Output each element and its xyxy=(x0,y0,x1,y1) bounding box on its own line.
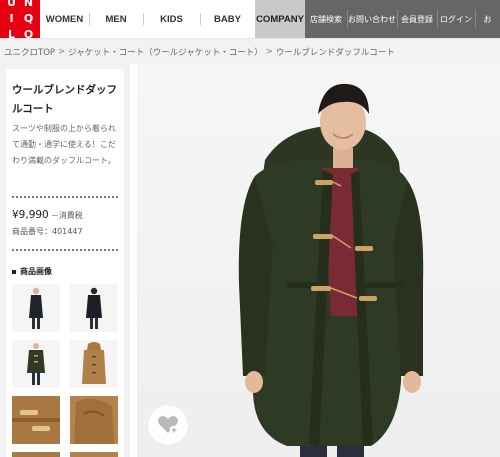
nav-baby[interactable]: BABY xyxy=(200,0,255,38)
nav-more[interactable]: お xyxy=(475,0,500,38)
heart-plus-icon xyxy=(158,416,179,435)
breadcrumb-separator: > xyxy=(265,46,273,57)
thumbnail-toggle-detail[interactable] xyxy=(12,396,60,444)
product-name: ウールブレンドダッフルコート xyxy=(12,84,117,115)
price-value: ¥9,990 xyxy=(12,209,49,221)
logo-letter: U xyxy=(7,0,16,9)
divider xyxy=(12,196,118,198)
model-photo xyxy=(137,64,500,457)
nav-kids[interactable]: KIDS xyxy=(143,0,200,38)
divider xyxy=(12,249,118,251)
breadcrumb-current: ウールブレンドダッフルコート xyxy=(275,47,395,58)
nav-login[interactable]: ログイン xyxy=(437,0,475,38)
thumbnail-back-view[interactable] xyxy=(70,284,118,332)
add-to-favorites-button[interactable] xyxy=(148,405,188,445)
nav-store-search[interactable]: 店舗検索 xyxy=(305,0,347,38)
breadcrumb-top-link[interactable]: ユニクロTOP xyxy=(4,46,55,58)
nav-men[interactable]: MEN xyxy=(89,0,143,38)
nav-contact[interactable]: お問い合わせ xyxy=(347,0,397,38)
logo-letter: N xyxy=(23,0,34,9)
nav-women[interactable]: WOMEN xyxy=(40,0,89,38)
breadcrumb: ユニクロTOP > ジャケット・コート（ウールジャケット・コート） > ウールブ… xyxy=(0,38,500,64)
thumbnail-hood-detail[interactable] xyxy=(70,396,118,444)
breadcrumb-separator: > xyxy=(58,46,66,57)
logo-letter: I xyxy=(9,12,14,25)
nav-company[interactable]: COMPANY xyxy=(255,0,305,38)
thumbnail-front-view[interactable] xyxy=(12,284,60,332)
gallery-heading: 商品画像 xyxy=(12,266,52,277)
bullet-icon xyxy=(12,269,16,274)
top-navigation: U N I Q L O WOMEN MEN KIDS BABY COMPANY … xyxy=(0,0,500,41)
product-number: 商品番号：401447 xyxy=(12,227,83,236)
thumbnail-more[interactable] xyxy=(12,452,60,457)
thumbnail-camel-coat[interactable] xyxy=(70,340,118,388)
price-tax-note: －消費税 xyxy=(50,211,83,220)
breadcrumb-category-link[interactable]: ジャケット・コート（ウールジャケット・コート） xyxy=(68,46,263,58)
gallery-title: 商品画像 xyxy=(20,267,52,276)
main-product-image[interactable] xyxy=(137,64,500,457)
logo-letter: Q xyxy=(23,12,34,25)
nav-register[interactable]: 会員登録 xyxy=(397,0,437,38)
thumbnail-green-coat[interactable] xyxy=(12,340,60,388)
product-info-card: ウールブレンドダッフルコート スーツや制服の上から着られて通勤・通学に使える！こ… xyxy=(6,69,124,457)
product-price: ¥9,990 －消費税 xyxy=(12,209,83,221)
product-sidebar: ウールブレンドダッフルコート スーツや制服の上から着られて通勤・通学に使える！こ… xyxy=(0,64,130,457)
product-description: スーツや制服の上から着られて通勤・通学に使える！こだわり満載のダッフルコート。 xyxy=(12,124,116,165)
uniqlo-logo[interactable]: U N I Q L O xyxy=(0,0,40,41)
thumbnail-more[interactable] xyxy=(70,452,118,457)
